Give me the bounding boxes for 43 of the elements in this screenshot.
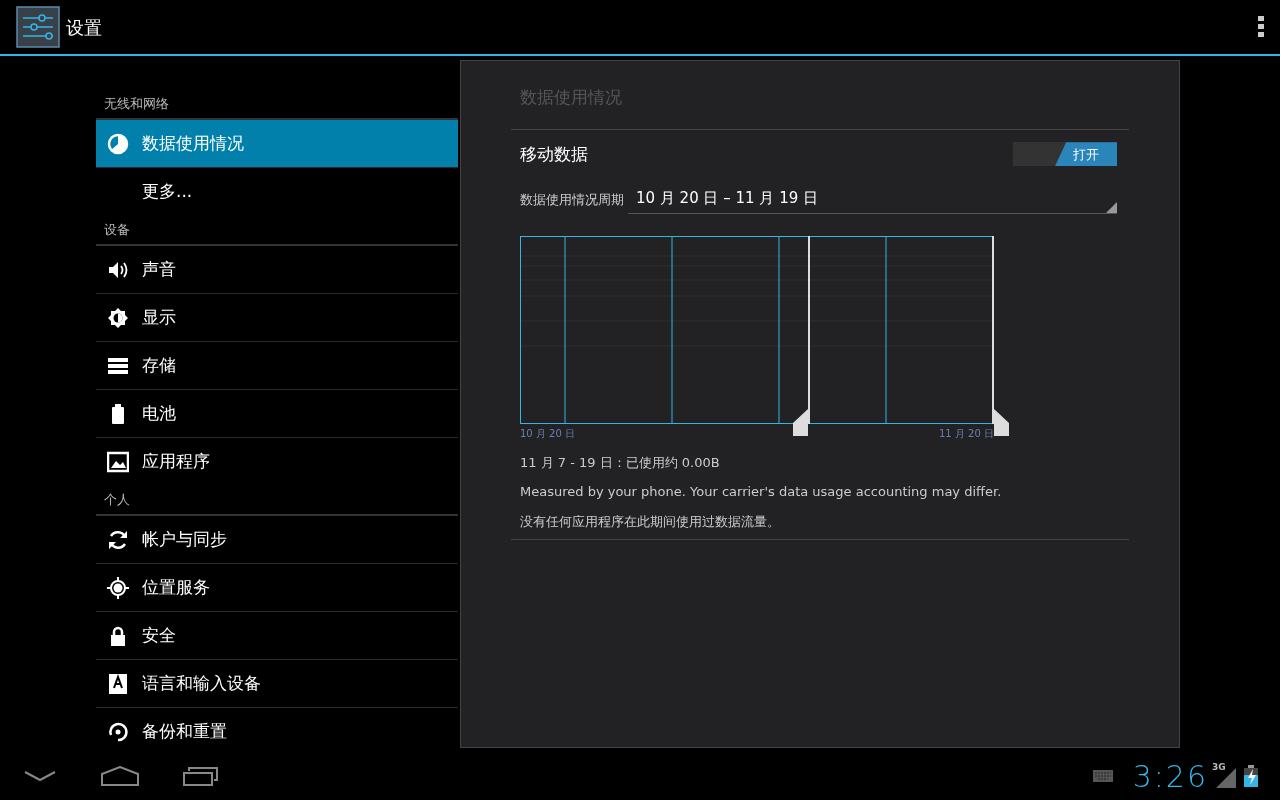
cycle-label: 数据使用情况周期 [520, 191, 624, 209]
recent-apps-icon[interactable] [183, 766, 219, 786]
section-header: 个人 [104, 491, 130, 510]
network-type: 3G [1212, 761, 1226, 774]
battery-charging-icon [1244, 765, 1258, 787]
sliders-icon [16, 6, 60, 48]
cycle-dropdown[interactable]: 10 月 20 日 – 11 月 19 日 [628, 187, 1117, 214]
section-header: 设备 [104, 221, 130, 240]
keyboard-icon [1092, 770, 1113, 782]
mobile-data-toggle[interactable]: 打开 [1013, 142, 1117, 167]
sidebar-item[interactable]: 数据使用情况 [96, 120, 458, 168]
sidebar-item[interactable]: 显示 [96, 294, 458, 342]
keyboard-letter-icon [107, 672, 129, 695]
back-icon[interactable] [24, 770, 56, 782]
sidebar-item[interactable]: 语言和输入设备 [96, 660, 458, 708]
home-icon[interactable] [101, 766, 139, 786]
sidebar-item[interactable]: 电池 [96, 390, 458, 438]
chart-start-label: 10 月 20 日 [520, 426, 575, 441]
measurement-note: Measured by your phone. Your carrier's data usage accounting may differ. [519, 483, 1003, 501]
mobile-data-label: 移动数据 [520, 142, 588, 166]
pie-chart-icon [107, 132, 129, 155]
section-header: 无线和网络 [104, 95, 169, 114]
overflow-menu-icon[interactable] [1258, 16, 1264, 38]
dropdown-corner-icon [1106, 201, 1117, 213]
sidebar-item[interactable]: 备份和重置 [96, 708, 458, 752]
sidebar-item[interactable]: 帐户与同步 [96, 516, 458, 564]
clock: 3:26 [1132, 757, 1208, 796]
sidebar-item[interactable]: 更多... [96, 168, 458, 216]
apps-icon [107, 451, 129, 473]
usage-summary: 11 月 7 - 19 日：已使用约 0.00B [519, 453, 721, 472]
location-icon [107, 576, 129, 599]
sidebar-item[interactable]: 位置服务 [96, 564, 458, 612]
no-apps-message: 没有任何应用程序在此期间使用过数据流量。 [519, 512, 781, 531]
app-title: 设置 [66, 15, 102, 40]
signal-icon [1216, 768, 1236, 788]
sidebar-item[interactable]: 声音 [96, 246, 458, 294]
sidebar-item[interactable]: 存储 [96, 342, 458, 390]
brightness-icon [107, 306, 129, 329]
sync-icon [107, 528, 129, 551]
sidebar-item[interactable]: 应用程序 [96, 438, 458, 486]
restore-icon [107, 721, 129, 743]
chart-end-label: 11 月 20 日 [939, 426, 994, 441]
sidebar-item[interactable]: 安全 [96, 612, 458, 660]
